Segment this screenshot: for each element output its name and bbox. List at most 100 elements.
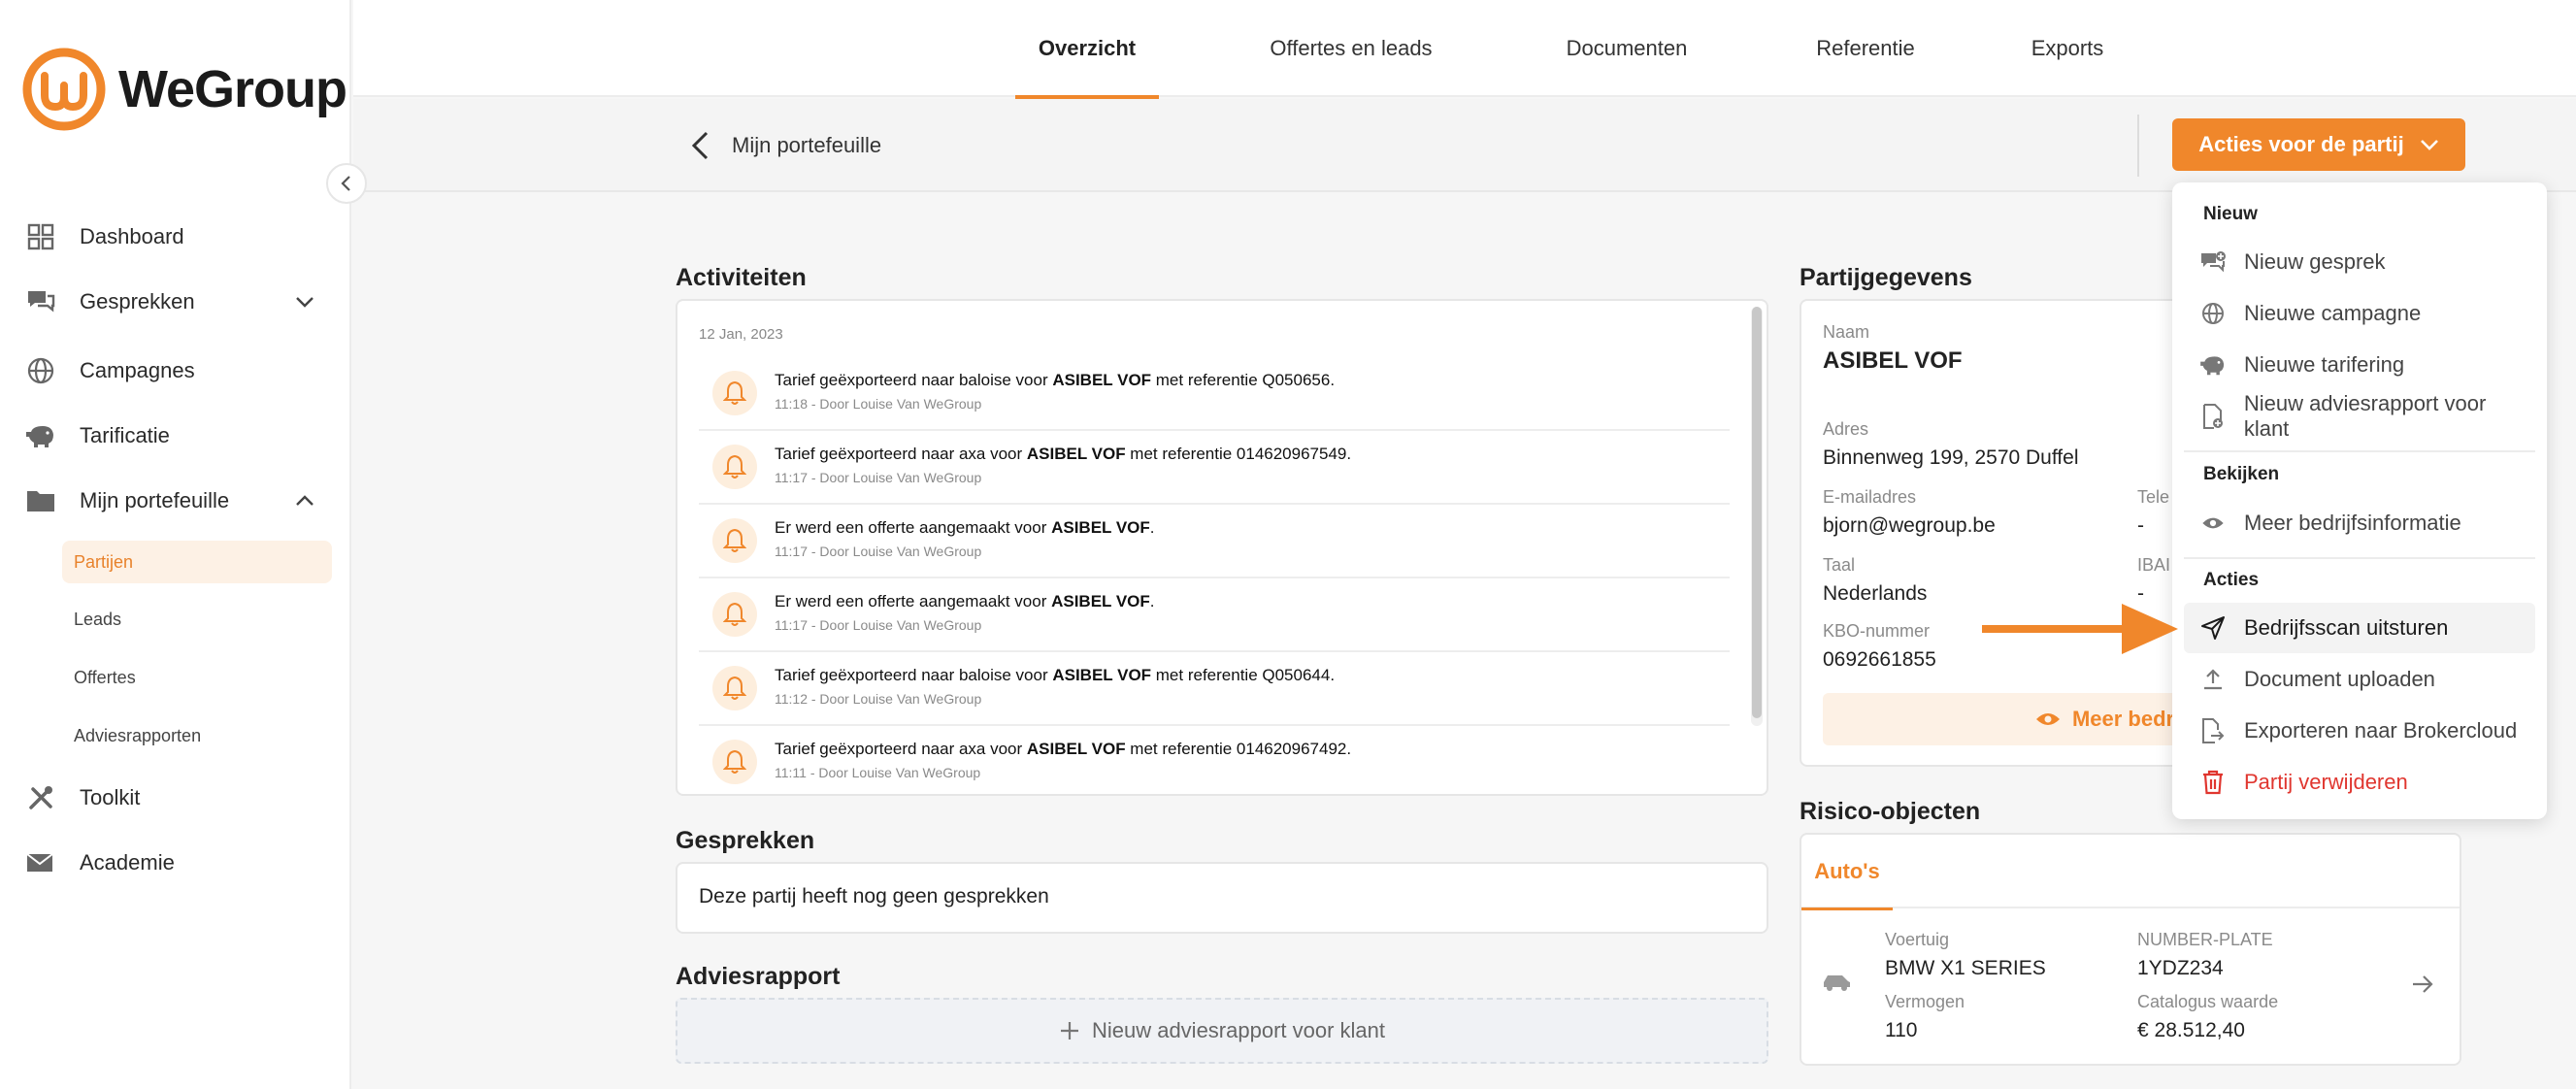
tab-offertes-en-leads[interactable]: Offertes en leads [1227, 0, 1475, 97]
sidebar-item-label: Mijn portefeuille [80, 488, 230, 512]
more-company-info-button[interactable]: Meer bedrijfsi [1823, 693, 2211, 745]
sidebar-item-tarificatie[interactable]: Tarificatie [25, 412, 326, 460]
new-advice-report-button[interactable]: Nieuw adviesrapport voor klant [676, 998, 1768, 1064]
bell-icon [712, 666, 757, 710]
chevron-left-icon [691, 131, 709, 160]
sidebar-item-label: Academie [80, 850, 175, 874]
power-label: Vermogen [1885, 992, 1965, 1011]
activity-text: Tarief geëxporteerd naar baloise voor AS… [775, 666, 1335, 685]
party-actions-dropdown: Nieuw Nieuw gesprek Nieuwe campagne Nieu… [2172, 182, 2547, 819]
catalog-value: € 28.512,40 [2137, 1019, 2245, 1041]
menu-item-label: Partij verwijderen [2244, 770, 2408, 794]
sidebar-item-toolkit[interactable]: Toolkit [25, 774, 326, 822]
tab-autos[interactable]: Auto's [1801, 835, 1893, 910]
activities-scrollbar[interactable] [1751, 307, 1763, 726]
bell-icon [712, 592, 757, 637]
activity-meta: 11:11 - Door Louise Van WeGroup [775, 765, 981, 780]
bell-icon [712, 740, 757, 784]
menu-item-label: Nieuwe campagne [2244, 301, 2422, 325]
activity-meta: 11:17 - Door Louise Van WeGroup [775, 470, 982, 485]
globe-icon [25, 355, 56, 386]
new-advice-report-label: Nieuw adviesrapport voor klant [1091, 1018, 1386, 1042]
menu-item-new-pricing[interactable]: Nieuwe tarifering [2184, 340, 2535, 390]
menu-item-new-advice-report[interactable]: Nieuw adviesrapport voor klant [2184, 391, 2535, 442]
chevron-left-icon [341, 176, 350, 191]
advice-title: Adviesrapport [676, 963, 841, 990]
dropdown-section-header: Acties [2203, 570, 2260, 590]
menu-item-more-company-info[interactable]: Meer bedrijfsinformatie [2184, 498, 2535, 548]
top-tabs: Overzicht Offertes en leads Documenten R… [353, 0, 2576, 99]
activity-meta: 11:12 - Door Louise Van WeGroup [775, 691, 982, 707]
sidebar-subitem-leads[interactable]: Leads [62, 598, 332, 641]
conversations-card: Deze partij heeft nog geen gesprekken [676, 862, 1768, 934]
sidebar-collapse-button[interactable] [326, 163, 367, 204]
grid-icon [25, 221, 56, 252]
plate-value: 1YDZ234 [2137, 957, 2224, 979]
activity-row: Tarief geëxporteerd naar axa voor ASIBEL… [699, 431, 1730, 505]
subheader: Mijn portefeuille Acties voor de partij [353, 99, 2576, 192]
conversations-title: Gesprekken [676, 827, 815, 854]
party-phone-label: Tele [2137, 487, 2170, 507]
menu-item-delete-party[interactable]: Partij verwijderen [2184, 757, 2535, 808]
chevron-down-icon [293, 290, 316, 318]
party-title: Partijgegevens [1800, 264, 1972, 291]
tab-documenten[interactable]: Documenten [1541, 0, 1712, 97]
sidebar-item-label: Tarificatie [80, 423, 170, 447]
activity-text: Tarief geëxporteerd naar baloise voor AS… [775, 371, 1335, 390]
activities-title: Activiteiten [676, 264, 807, 291]
tab-referentie[interactable]: Referentie [1790, 0, 1941, 97]
activity-row: Tarief geëxporteerd naar axa voor ASIBEL… [699, 726, 1730, 794]
party-language-label: Taal [1823, 555, 1856, 575]
sidebar: WeGroup Dashboard Gesprekken Campagnes T… [0, 0, 351, 1089]
activity-text-post: met referentie 014620967492. [1125, 740, 1352, 758]
sidebar-item-gesprekken[interactable]: Gesprekken [25, 278, 326, 326]
tab-overzicht[interactable]: Overzicht [1015, 0, 1159, 99]
menu-item-send-company-scan[interactable]: Bedrijfsscan uitsturen [2184, 603, 2535, 653]
dropdown-divider [2184, 557, 2535, 559]
party-actions-button[interactable]: Acties voor de partij [2172, 118, 2465, 171]
activity-text-post: met referentie Q050644. [1151, 666, 1336, 684]
back-link[interactable]: Mijn portefeuille [691, 124, 881, 167]
activity-text: Tarief geëxporteerd naar axa voor ASIBEL… [775, 445, 1351, 464]
folder-icon [25, 485, 56, 516]
activity-text-pre: Er werd een offerte aangemaakt voor [775, 592, 1052, 610]
activity-text-post: . [1149, 592, 1155, 610]
activity-party-name: ASIBEL VOF [1051, 592, 1150, 610]
menu-item-export-brokercloud[interactable]: Exporteren naar Brokercloud [2184, 706, 2535, 756]
activity-text-post: met referentie Q050656. [1151, 371, 1336, 389]
sidebar-item-academie[interactable]: Academie [25, 839, 326, 887]
tools-icon [25, 782, 56, 813]
activity-text-post: met referentie 014620967549. [1125, 445, 1352, 463]
sidebar-item-dashboard[interactable]: Dashboard [25, 213, 326, 261]
party-name: ASIBEL VOF [1823, 347, 1963, 374]
sidebar-subitem-partijen[interactable]: Partijen [62, 541, 332, 583]
activity-text-pre: Tarief geëxporteerd naar axa voor [775, 740, 1027, 758]
sidebar-subitem-adviesrapporten[interactable]: Adviesrapporten [62, 714, 332, 757]
scrollbar-thumb[interactable] [1752, 307, 1762, 718]
conversations-empty-text: Deze partij heeft nog geen gesprekken [699, 885, 1049, 908]
party-email: bjorn@wegroup.be [1823, 514, 1996, 537]
activity-meta: 11:17 - Door Louise Van WeGroup [775, 617, 982, 633]
activity-row: Tarief geëxporteerd naar baloise voor AS… [699, 357, 1730, 431]
menu-item-label: Nieuwe tarifering [2244, 352, 2405, 377]
wegroup-logo[interactable]: WeGroup [21, 47, 347, 132]
party-kbo: 0692661855 [1823, 648, 1936, 671]
chat-plus-icon [2199, 248, 2227, 276]
sidebar-item-label: Toolkit [80, 785, 141, 809]
menu-item-label: Meer bedrijfsinformatie [2244, 511, 2461, 535]
activity-text: Er werd een offerte aangemaakt voor ASIB… [775, 592, 1155, 611]
party-email-label: E-mailadres [1823, 487, 1917, 507]
tab-exports[interactable]: Exports [2013, 0, 2122, 97]
activity-row: Er werd een offerte aangemaakt voor ASIB… [699, 578, 1730, 652]
sidebar-subitem-offertes[interactable]: Offertes [62, 656, 332, 699]
sidebar-item-mijn-portefeuille[interactable]: Mijn portefeuille [25, 477, 326, 525]
menu-item-upload-document[interactable]: Document uploaden [2184, 654, 2535, 705]
arrow-right-icon[interactable] [2411, 974, 2434, 999]
menu-item-new-campaign[interactable]: Nieuwe campagne [2184, 288, 2535, 339]
back-label: Mijn portefeuille [732, 133, 882, 157]
power-value: 110 [1885, 1019, 1918, 1041]
menu-item-new-conversation[interactable]: Nieuw gesprek [2184, 237, 2535, 287]
menu-item-label: Document uploaden [2244, 667, 2435, 691]
activity-text-pre: Tarief geëxporteerd naar baloise voor [775, 666, 1053, 684]
sidebar-item-campagnes[interactable]: Campagnes [25, 346, 326, 395]
